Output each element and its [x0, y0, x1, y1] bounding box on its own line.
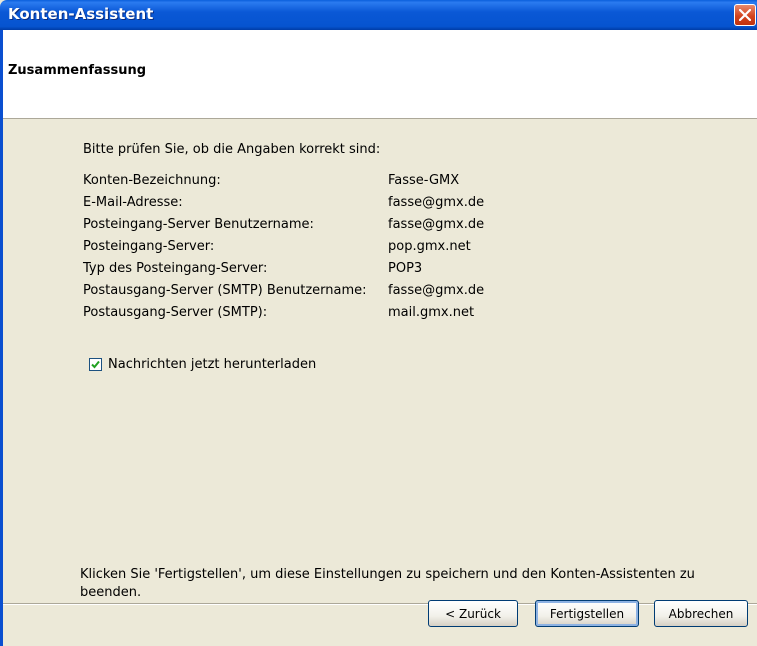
checkmark-icon	[91, 360, 100, 369]
download-messages-checkbox[interactable]	[89, 358, 102, 371]
back-button[interactable]: < Zurück	[428, 600, 518, 627]
download-messages-option[interactable]: Nachrichten jetzt herunterladen	[89, 357, 316, 372]
wizard-header: Zusammenfassung	[3, 30, 757, 119]
wizard-content: Bitte prüfen Sie, ob die Angaben korrekt…	[3, 119, 757, 589]
window-title: Konten-Assistent	[8, 5, 154, 23]
title-bar[interactable]: Konten-Assistent	[0, 0, 757, 30]
summary-label: Konten-Bezeichnung:	[83, 173, 221, 188]
page-heading: Zusammenfassung	[8, 63, 147, 78]
finish-instruction: Klicken Sie 'Fertigstellen', um diese Ei…	[80, 567, 695, 600]
intro-text: Bitte prüfen Sie, ob die Angaben korrekt…	[83, 142, 381, 157]
summary-value: fasse@gmx.de	[388, 217, 485, 232]
summary-label: Postausgang-Server (SMTP) Benutzername:	[83, 283, 367, 298]
close-icon	[739, 9, 751, 21]
cancel-button[interactable]: Abbrechen	[654, 600, 748, 627]
summary-value: fasse@gmx.de	[388, 195, 485, 210]
summary-value: mail.gmx.net	[388, 305, 475, 320]
summary-label: Posteingang-Server:	[83, 239, 215, 254]
summary-label: Typ des Posteingang-Server:	[83, 261, 268, 276]
download-messages-label[interactable]: Nachrichten jetzt herunterladen	[108, 357, 316, 372]
summary-value: POP3	[388, 261, 423, 276]
summary-label: Postausgang-Server (SMTP):	[83, 305, 268, 320]
close-button[interactable]	[734, 4, 756, 26]
summary-value: fasse@gmx.de	[388, 283, 485, 298]
button-separator	[3, 603, 757, 605]
summary-label: E-Mail-Adresse:	[83, 195, 183, 210]
summary-value: pop.gmx.net	[388, 239, 471, 254]
summary-label: Posteingang-Server Benutzername:	[83, 217, 314, 232]
finish-button[interactable]: Fertigstellen	[535, 600, 639, 627]
summary-value: Fasse-GMX	[388, 173, 460, 188]
